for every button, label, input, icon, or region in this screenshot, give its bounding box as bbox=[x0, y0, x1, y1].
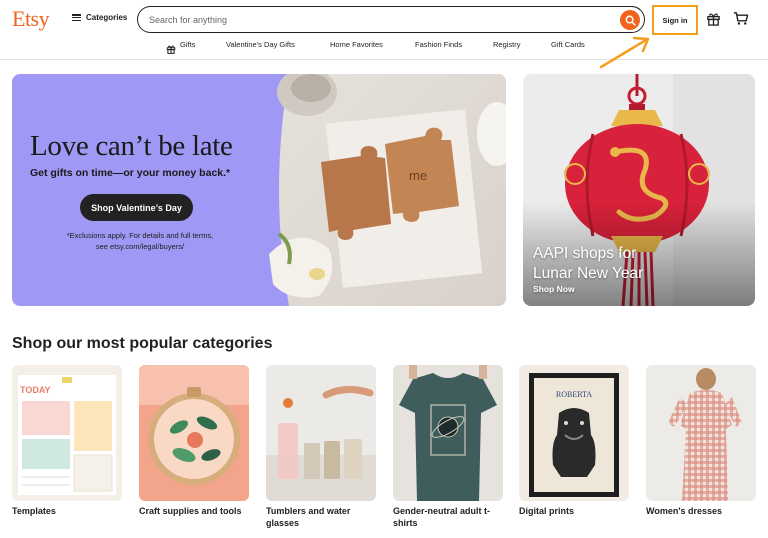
category-card-tshirts[interactable]: Gender-neutral adult t-shirts bbox=[393, 365, 503, 529]
category-card-craft-supplies[interactable]: Craft supplies and tools bbox=[139, 365, 249, 518]
category-image-tshirts bbox=[393, 365, 503, 501]
templates-image-text: TODAY bbox=[20, 385, 51, 395]
category-card-templates[interactable]: TODAY Templates bbox=[12, 365, 122, 518]
nav-item-gift-cards[interactable]: Gift Cards bbox=[551, 40, 585, 49]
search-input[interactable] bbox=[149, 13, 589, 26]
lunar-title-line-2: Lunar New Year bbox=[533, 265, 644, 282]
category-label: Women's dresses bbox=[646, 506, 723, 516]
nav-item-fashion-finds[interactable]: Fashion Finds bbox=[415, 40, 462, 49]
categories-label: Categories bbox=[86, 13, 128, 22]
category-image-womens-dresses bbox=[646, 365, 756, 501]
nav-item-registry[interactable]: Registry bbox=[493, 40, 521, 49]
valentines-hero-banner[interactable]: Love can’t be late Get gifts on time—or … bbox=[12, 74, 506, 306]
lunar-shop-now-link[interactable]: Shop Now bbox=[533, 284, 575, 294]
cart-icon bbox=[733, 12, 749, 25]
nav-item-home-favorites[interactable]: Home Favorites bbox=[330, 40, 383, 49]
category-label: Tumblers and water glasses bbox=[266, 506, 351, 528]
category-card-digital-prints[interactable]: ROBERTA Digital prints bbox=[519, 365, 629, 518]
category-label: Digital prints bbox=[519, 506, 575, 516]
category-image-tumblers bbox=[266, 365, 376, 501]
category-card-tumblers[interactable]: Tumblers and water glasses bbox=[266, 365, 376, 529]
etsy-logo[interactable]: Etsy bbox=[12, 6, 50, 32]
pointer-arrow-icon bbox=[599, 36, 650, 69]
hero-puzzle-photo: me bbox=[259, 74, 506, 306]
puzzle-engraving: me bbox=[409, 168, 427, 183]
category-image-digital-prints: ROBERTA bbox=[519, 365, 629, 501]
nav-item-valentines-day-gifts[interactable]: Valentine's Day Gifts bbox=[226, 40, 295, 49]
nav-item-gifts[interactable]: Gifts bbox=[180, 40, 195, 49]
hero-subtitle: Get gifts on time—or your money back.* bbox=[30, 167, 231, 179]
lunar-card-title: AAPI shops for Lunar New Year bbox=[533, 244, 643, 284]
gift-mode-button[interactable] bbox=[706, 11, 721, 31]
lunar-new-year-card[interactable]: AAPI shops for Lunar New Year Shop Now bbox=[523, 74, 755, 306]
categories-menu-button[interactable]: Categories bbox=[72, 13, 127, 22]
cart-button[interactable] bbox=[733, 11, 749, 31]
hero-title: Love can’t be late bbox=[30, 130, 233, 162]
category-label: Craft supplies and tools bbox=[139, 506, 242, 516]
gift-icon bbox=[166, 41, 176, 59]
lunar-title-line-1: AAPI shops for bbox=[533, 245, 637, 262]
category-label: Templates bbox=[12, 506, 56, 516]
search-bar bbox=[137, 6, 645, 33]
search-button[interactable] bbox=[620, 10, 640, 30]
hero-disclaimer: *Exclusions apply. For details and full … bbox=[66, 231, 214, 251]
popular-categories-heading: Shop our most popular categories bbox=[12, 335, 273, 352]
category-card-womens-dresses[interactable]: Women's dresses bbox=[646, 365, 756, 518]
category-label: Gender-neutral adult t-shirts bbox=[393, 506, 491, 528]
print-image-text: ROBERTA bbox=[556, 390, 592, 399]
gift-icon bbox=[707, 13, 720, 26]
hamburger-icon bbox=[72, 14, 81, 21]
shop-valentines-day-button[interactable]: Shop Valentine’s Day bbox=[80, 194, 193, 221]
search-icon bbox=[625, 15, 636, 26]
signin-button[interactable]: Sign in bbox=[654, 7, 696, 33]
signin-highlight-box: Sign in bbox=[652, 5, 698, 35]
category-image-templates: TODAY bbox=[12, 365, 122, 501]
category-image-craft-supplies bbox=[139, 365, 249, 501]
